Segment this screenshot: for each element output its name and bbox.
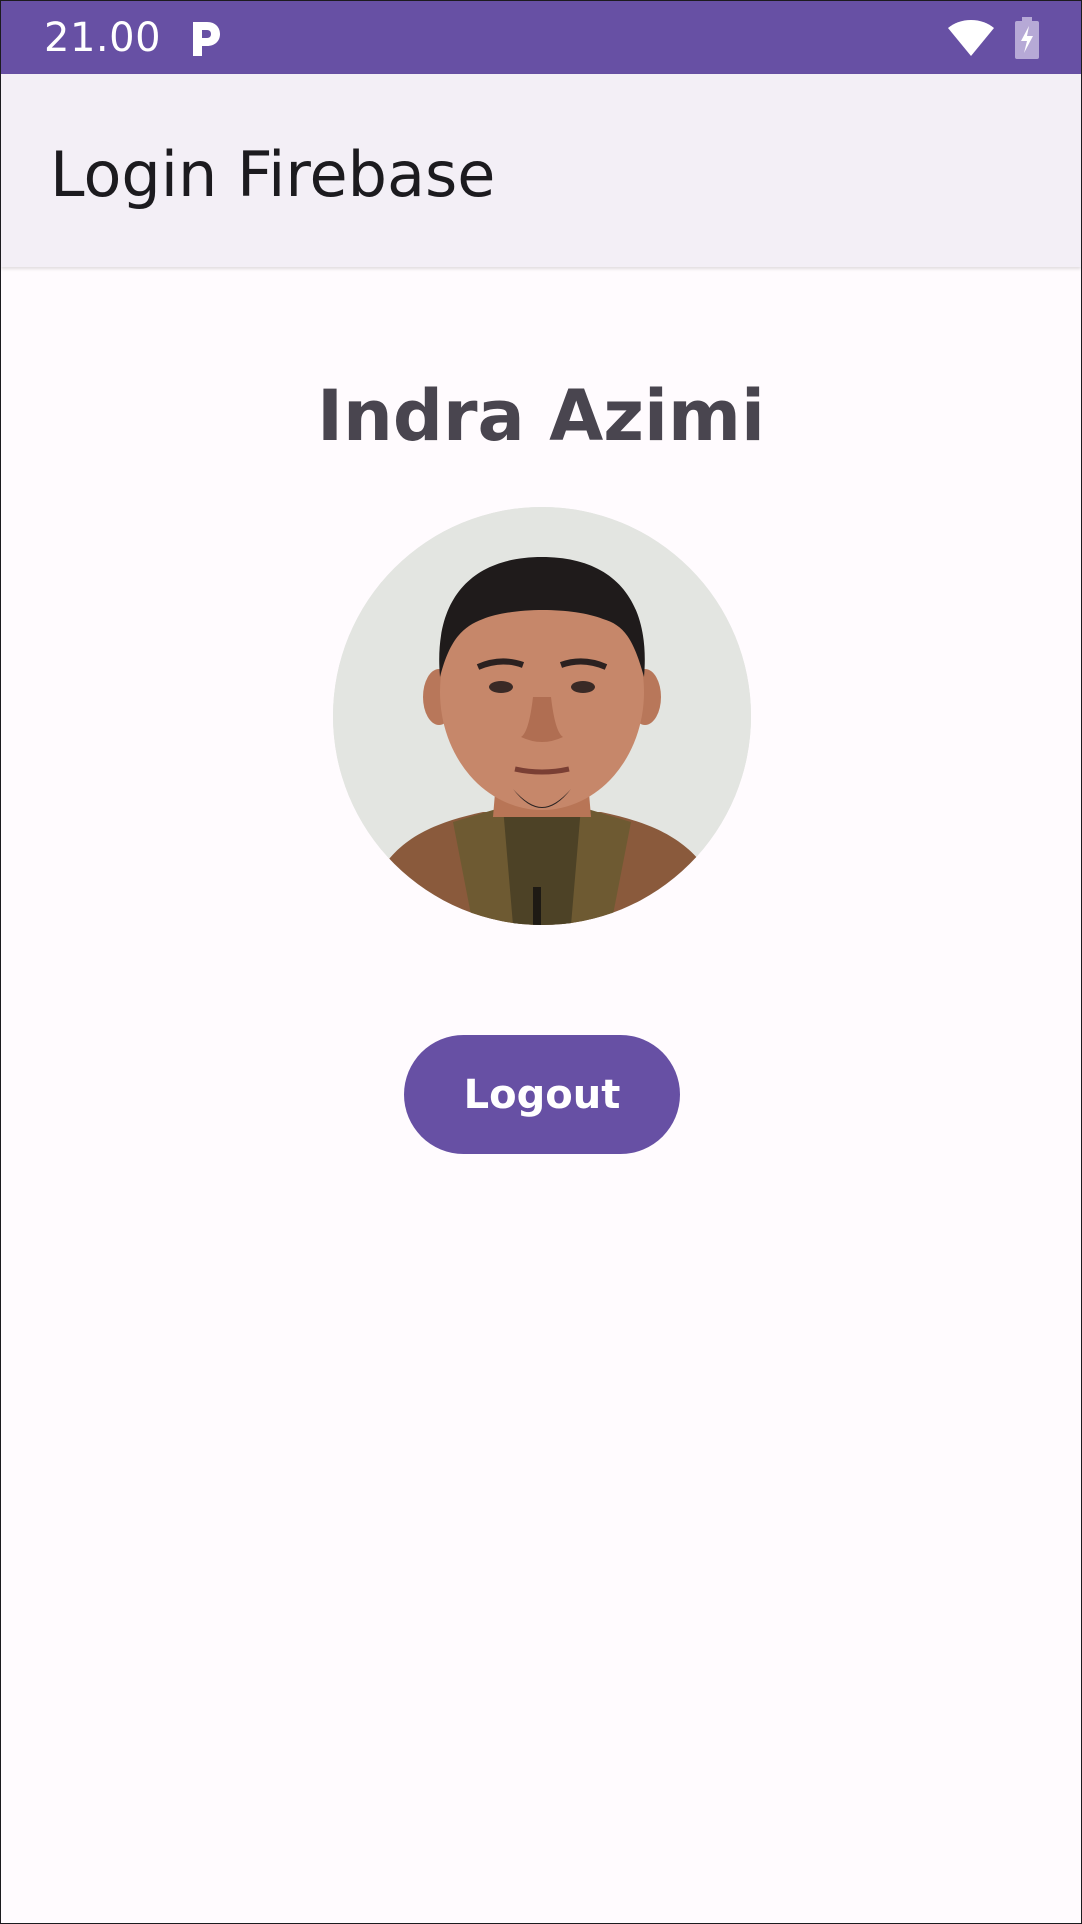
battery-charging-icon xyxy=(1014,17,1040,59)
app-screen: 21.00 Login Firebase Indra Azimi Logout xyxy=(0,0,1082,1924)
app-title: Login Firebase xyxy=(50,138,496,211)
user-name: Indra Azimi xyxy=(317,375,765,457)
wifi-icon xyxy=(947,19,995,57)
profile-photo xyxy=(333,507,751,925)
parking-p-icon xyxy=(189,20,223,58)
status-time: 21.00 xyxy=(44,15,162,61)
status-bar: 21.00 xyxy=(1,1,1081,74)
top-app-bar: Login Firebase xyxy=(1,74,1081,267)
logout-button[interactable]: Logout xyxy=(404,1035,680,1154)
avatar xyxy=(333,507,751,925)
